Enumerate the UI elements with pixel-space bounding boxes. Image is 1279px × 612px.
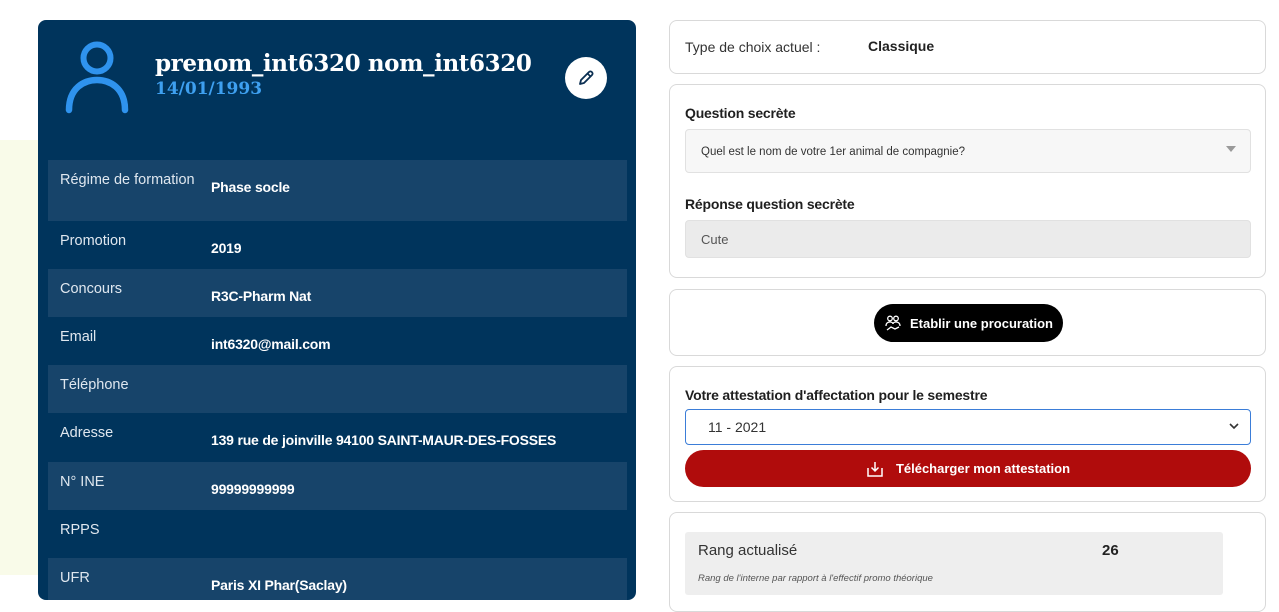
proxy-panel: Etablir une procuration [669,289,1266,356]
info-row-ine: N° INE 99999999999 [48,462,627,510]
info-value: Phase socle [211,179,290,195]
choice-type-label: Type de choix actuel : [685,39,821,55]
secret-question-select[interactable]: Quel est le nom de votre 1er animal de c… [685,129,1251,173]
semester-select[interactable]: 11 - 2021 [685,409,1251,445]
info-label: N° INE [60,474,105,490]
establish-proxy-button[interactable]: Etablir une procuration [874,304,1063,342]
info-row-adresse: Adresse 139 rue de joinville 94100 SAINT… [48,413,627,462]
download-attestation-button[interactable]: Télécharger mon attestation [685,450,1251,487]
info-value: 99999999999 [211,481,295,497]
info-row-concours: Concours R3C-Pharm Nat [48,269,627,317]
info-label: Adresse [60,425,114,441]
rank-box: Rang actualisé 26 Rang de l'interne par … [685,532,1223,595]
edit-profile-button[interactable] [565,57,607,99]
chevron-down-icon [1229,423,1239,430]
pencil-icon [579,70,594,85]
info-row-email: Email int6320@mail.com [48,317,627,365]
people-hand-icon [885,315,901,331]
profile-info-table: Régime de formation Phase socle Promotio… [48,160,627,600]
info-row-telephone: Téléphone [48,365,627,413]
profile-birth-date: 14/01/1993 [155,79,263,99]
secret-question-panel: Question secrète Quel est le nom de votr… [669,84,1266,278]
download-attestation-label: Télécharger mon attestation [895,461,1071,476]
secret-question-title: Question secrète [685,105,796,121]
rank-note: Rang de l'interne par rapport à l'effect… [698,573,933,584]
info-value: R3C-Pharm Nat [211,288,312,304]
secret-answer-value: Cute [701,232,729,247]
choice-type-panel: Type de choix actuel : Classique [669,20,1266,74]
info-row-regime: Régime de formation Phase socle [48,160,627,221]
secret-question-value: Quel est le nom de votre 1er animal de c… [701,146,966,158]
info-value: Paris XI Phar(Saclay) [211,577,347,593]
info-label: RPPS [60,522,100,538]
secret-answer-title: Réponse question secrète [685,196,855,212]
info-label: Concours [60,281,123,297]
info-row-ufr: UFR Paris XI Phar(Saclay) [48,558,627,600]
attestation-panel: Votre attestation d'affectation pour le … [669,366,1266,502]
semester-select-value: 11 - 2021 [708,419,767,435]
left-decoration-stripe [0,140,38,575]
info-row-rpps: RPPS [48,510,627,558]
secret-answer-input[interactable]: Cute [685,220,1251,258]
rank-label: Rang actualisé [698,542,798,559]
download-icon [867,461,883,477]
info-label: Téléphone [60,377,129,393]
rank-panel: Rang actualisé 26 Rang de l'interne par … [669,512,1266,612]
info-value: 139 rue de joinville 94100 SAINT-MAUR-DE… [211,432,557,448]
info-label: UFR [60,570,90,586]
profile-name: prenom_int6320 nom_int6320 [155,50,532,77]
attestation-title: Votre attestation d'affectation pour le … [685,387,988,403]
info-label: Email [60,329,97,345]
user-avatar-icon [64,38,130,114]
choice-type-value: Classique [868,38,935,54]
profile-card: prenom_int6320 nom_int6320 14/01/1993 Ré… [38,20,636,600]
info-row-promotion: Promotion 2019 [48,221,627,269]
caret-down-icon [1226,146,1236,152]
info-value: int6320@mail.com [211,336,331,352]
rank-value: 26 [1102,542,1119,559]
info-label: Régime de formation [60,172,195,188]
establish-proxy-label: Etablir une procuration [909,315,1053,331]
info-label: Promotion [60,233,127,249]
info-value: 2019 [211,240,242,256]
